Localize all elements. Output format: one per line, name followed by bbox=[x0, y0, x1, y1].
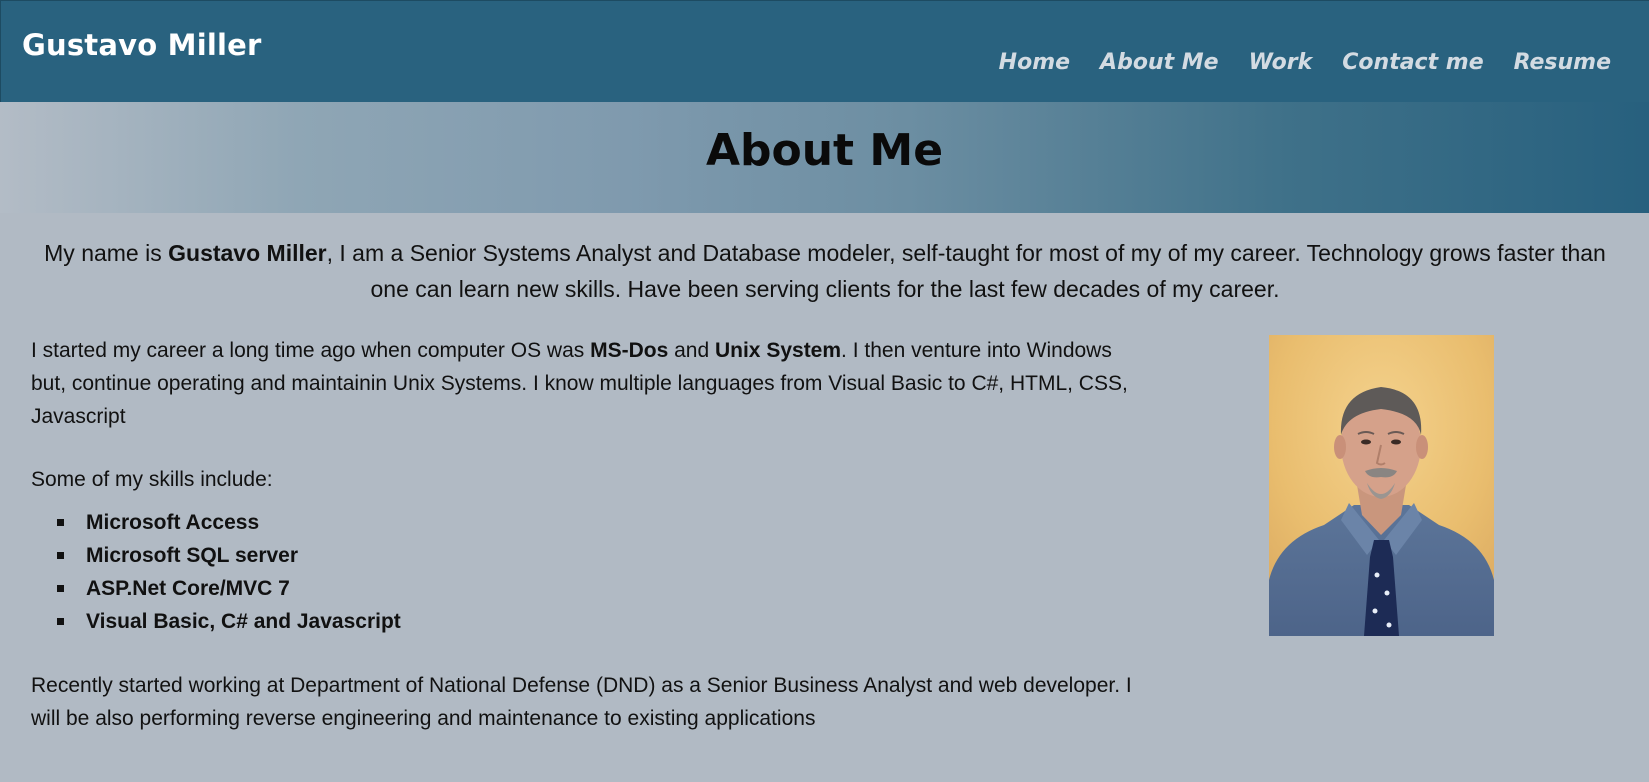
skill-item: Visual Basic, C# and Javascript bbox=[57, 605, 1141, 638]
intro-suffix: , I am a Senior Systems Analyst and Data… bbox=[326, 240, 1606, 302]
site-header: Gustavo Miller Home About Me Work Contac… bbox=[0, 0, 1649, 102]
skills-list: Microsoft Access Microsoft SQL server AS… bbox=[31, 506, 1141, 638]
skill-item: ASP.Net Core/MVC 7 bbox=[57, 572, 1141, 605]
intro-paragraph: My name is Gustavo Miller, I am a Senior… bbox=[30, 235, 1620, 307]
nav-home[interactable]: Home bbox=[999, 52, 1070, 74]
nav-about-me[interactable]: About Me bbox=[1100, 52, 1219, 74]
career-paragraph: I started my career a long time ago when… bbox=[31, 334, 1141, 433]
page-title: About Me bbox=[705, 125, 944, 176]
page-banner: About Me bbox=[0, 102, 1649, 213]
skill-item: Microsoft SQL server bbox=[57, 539, 1141, 572]
nav-resume[interactable]: Resume bbox=[1514, 52, 1611, 74]
main-nav: Home About Me Work Contact me Resume bbox=[999, 52, 1611, 74]
recent-paragraph: Recently started working at Department o… bbox=[31, 674, 1132, 730]
about-content: I started my career a long time ago when… bbox=[31, 334, 1141, 735]
career-bold-unix: Unix System bbox=[714, 339, 842, 362]
nav-work[interactable]: Work bbox=[1249, 52, 1313, 74]
career-text-1: I started my career a long time ago when… bbox=[31, 339, 591, 362]
intro-prefix: My name is bbox=[44, 240, 169, 266]
skill-item: Microsoft Access bbox=[57, 506, 1141, 539]
intro-name: Gustavo Miller bbox=[168, 240, 327, 266]
career-text-2: and bbox=[668, 339, 715, 362]
nav-contact-me[interactable]: Contact me bbox=[1342, 52, 1483, 74]
site-brand[interactable]: Gustavo Miller bbox=[22, 31, 262, 60]
profile-photo bbox=[1269, 335, 1494, 636]
skills-heading: Some of my skills include: bbox=[31, 468, 273, 491]
career-bold-msdos: MS-Dos bbox=[590, 339, 669, 362]
